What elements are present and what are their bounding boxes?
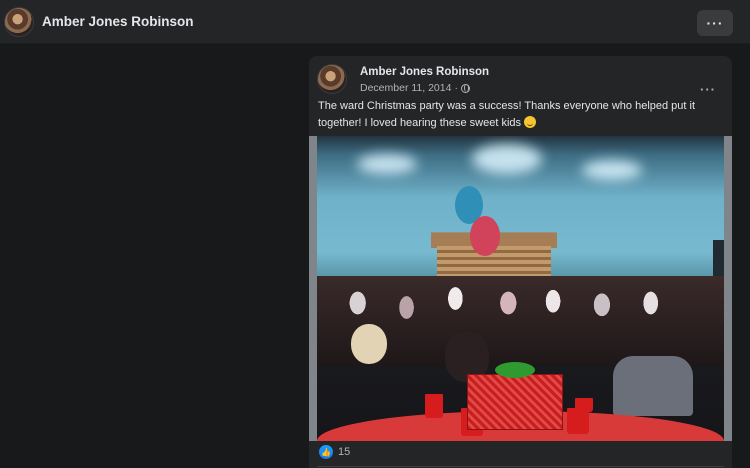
audience-member bbox=[351, 324, 387, 364]
author-avatar[interactable] bbox=[317, 64, 347, 94]
post-meta: December 11, 2014 · bbox=[360, 82, 470, 94]
post-date[interactable]: December 11, 2014 bbox=[360, 82, 451, 94]
post-card: Amber Jones Robinson December 11, 2014 ·… bbox=[309, 56, 732, 468]
like-icon: 👍 bbox=[319, 445, 333, 459]
post-more-options-button[interactable]: ··· bbox=[700, 82, 716, 97]
red-cup bbox=[575, 398, 593, 412]
post-message: The ward Christmas party was a success! … bbox=[318, 100, 696, 129]
wrapped-gift bbox=[467, 374, 563, 430]
post-text: The ward Christmas party was a success! … bbox=[318, 98, 718, 132]
red-balloon bbox=[470, 216, 500, 256]
divider bbox=[317, 466, 724, 467]
meta-separator: · bbox=[454, 82, 458, 94]
post-photo[interactable] bbox=[309, 136, 732, 441]
more-options-button[interactable]: ··· bbox=[697, 10, 733, 36]
page-header: Amber Jones Robinson ··· bbox=[0, 0, 750, 44]
post-header: Amber Jones Robinson December 11, 2014 ·… bbox=[317, 64, 724, 98]
reaction-count[interactable]: 15 bbox=[338, 446, 350, 458]
page-title[interactable]: Amber Jones Robinson bbox=[42, 14, 194, 29]
smiling-face-icon bbox=[524, 116, 537, 128]
ceiling-light bbox=[582, 160, 642, 180]
globe-icon[interactable] bbox=[460, 83, 470, 93]
ceiling-light bbox=[357, 154, 417, 174]
audience-member bbox=[613, 356, 693, 416]
reactions-summary[interactable]: 👍 15 bbox=[319, 445, 350, 459]
ceiling-light bbox=[472, 144, 542, 174]
red-cup bbox=[425, 394, 443, 418]
party-photo-image bbox=[317, 136, 724, 441]
gift-bow bbox=[495, 362, 535, 378]
profile-avatar[interactable] bbox=[4, 6, 34, 37]
post-author[interactable]: Amber Jones Robinson bbox=[360, 66, 489, 78]
